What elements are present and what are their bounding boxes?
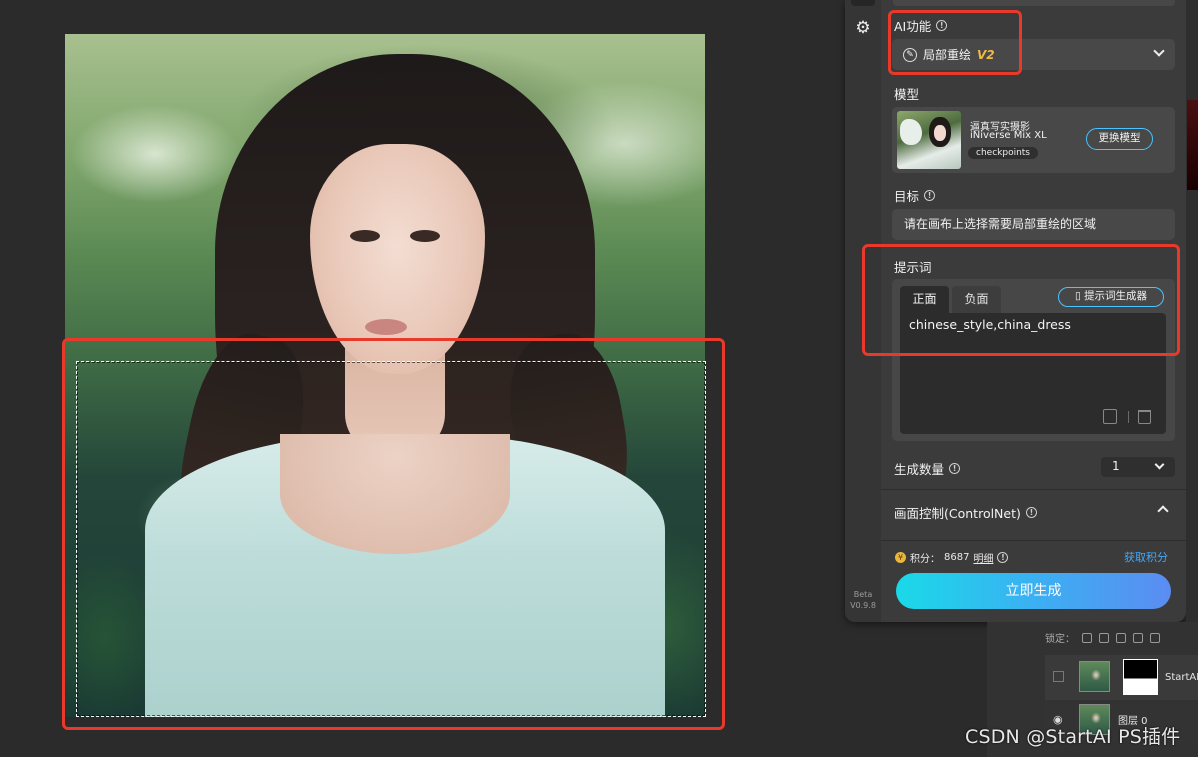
highlight-canvas-selection	[62, 338, 725, 730]
rail-top-button[interactable]	[851, 0, 875, 6]
layer-thumbnail	[1079, 661, 1110, 692]
layer-name: StartAI	[1165, 672, 1198, 683]
model-card: 逼真写实摄影 iNiverse Mix XL checkpoints 更换模型	[892, 107, 1175, 173]
top-strip	[893, 0, 1175, 6]
lock-row: 锁定：	[1045, 630, 1160, 645]
coin-icon: ¥	[895, 552, 906, 563]
controlnet-section[interactable]: 画面控制(ControlNet)!	[894, 503, 1037, 522]
portrait-eye-left	[350, 230, 380, 242]
generate-button[interactable]: 立即生成	[896, 573, 1171, 609]
chevron-up-icon[interactable]	[1157, 505, 1169, 517]
ps-color-swatch	[1187, 100, 1198, 190]
generate-count-select[interactable]: 1	[1101, 457, 1175, 477]
layer-mask-thumbnail	[1123, 659, 1158, 695]
watermark: CSDN @StartAI PS插件	[965, 726, 1181, 748]
trash-icon[interactable]	[1138, 410, 1151, 424]
divider	[881, 540, 1186, 541]
generate-count-label: 生成数量!	[894, 459, 961, 478]
target-label: 目标!	[894, 186, 936, 205]
lock-move-icon[interactable]	[1116, 632, 1126, 643]
swap-model-button[interactable]: 更换模型	[1086, 128, 1153, 150]
icon-separator	[1128, 411, 1129, 423]
generate-count-value: 1	[1112, 459, 1120, 473]
points-info: ¥ 积分： 8687 明细 !	[895, 550, 1009, 565]
lock-pixels-icon[interactable]	[1082, 632, 1092, 643]
highlight-ai-function	[888, 10, 1022, 75]
info-icon[interactable]: !	[924, 190, 936, 201]
portrait-eye-right	[410, 230, 440, 242]
thumb-dragon	[900, 119, 922, 145]
layer-visibility-checkbox[interactable]	[1053, 671, 1064, 682]
info-icon[interactable]: !	[949, 463, 961, 474]
copy-icon[interactable]	[1103, 409, 1117, 424]
model-label: 模型	[894, 87, 920, 102]
chevron-down-icon	[1153, 45, 1165, 57]
model-type-tag: checkpoints	[968, 147, 1038, 159]
photoshop-workspace: ⚙ Beta V0.9.8 AI功能! ✎ 局部重绘 V2 模型 逼真写实摄影 …	[0, 0, 1198, 757]
lock-brush-icon[interactable]	[1099, 632, 1109, 643]
portrait-lips	[365, 319, 407, 335]
model-subname: iNiverse Mix XL	[970, 130, 1047, 141]
info-icon[interactable]: !	[997, 552, 1009, 563]
thumb-face	[934, 125, 946, 141]
lock-artboard-icon[interactable]	[1133, 632, 1143, 643]
model-thumbnail	[897, 111, 961, 169]
highlight-prompt	[862, 244, 1180, 356]
gear-icon[interactable]: ⚙	[854, 19, 872, 37]
lock-all-icon[interactable]	[1150, 632, 1160, 643]
divider	[881, 489, 1186, 490]
points-detail-link[interactable]: 明细	[973, 550, 993, 565]
points-value: 8687	[944, 552, 970, 563]
target-field: 请在画布上选择需要局部重绘的区域	[892, 209, 1175, 240]
get-points-link[interactable]: 获取积分	[1124, 549, 1168, 565]
version-label: Beta V0.9.8	[850, 590, 876, 610]
chevron-down-icon	[1154, 459, 1165, 470]
info-icon[interactable]: !	[1025, 507, 1037, 518]
